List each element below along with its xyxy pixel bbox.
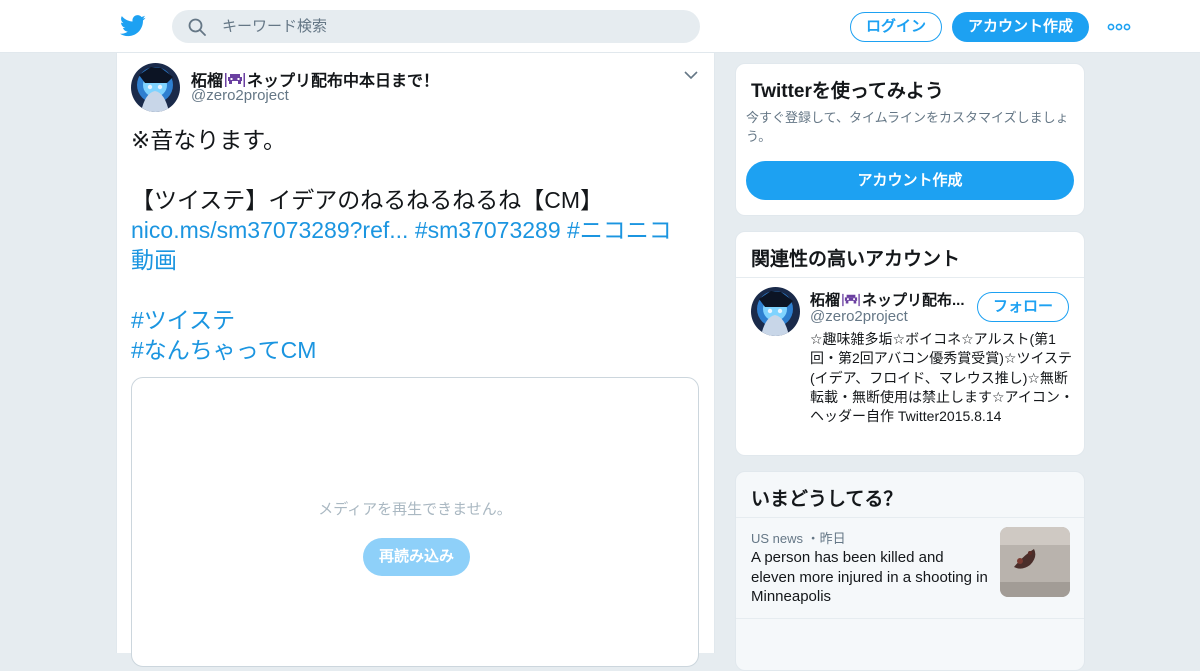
related-account-name-suffix: ネップリ配布... bbox=[862, 292, 965, 309]
trend-separator: ・ bbox=[806, 531, 820, 546]
more-dots-icon[interactable] bbox=[1107, 22, 1131, 32]
trend-meta: US news ・昨日 bbox=[751, 528, 846, 547]
media-player[interactable]: メディアを再生できません。 再読み込み bbox=[131, 377, 699, 667]
hashtag-link[interactable]: #なんちゃってCM bbox=[131, 337, 316, 363]
hashtag-link[interactable]: #sm37073289 bbox=[415, 217, 561, 243]
avatar-image bbox=[131, 63, 180, 112]
related-account-bio: ☆趣味雑多垢☆ボイコネ☆アルスト(第1回・第2回アバコン優秀賞受賞)☆ツイステ(… bbox=[810, 331, 1074, 425]
login-button[interactable]: ログイン bbox=[850, 12, 942, 42]
related-account-handle[interactable]: @zero2project bbox=[810, 308, 908, 325]
trend-thumbnail[interactable] bbox=[1000, 527, 1070, 597]
trends-card: いまどうしてる？ US news ・昨日 A person has been k… bbox=[735, 471, 1085, 671]
trends-title: いまどうしてる？ bbox=[751, 489, 903, 510]
divider bbox=[736, 277, 1084, 278]
search-icon bbox=[188, 18, 206, 36]
space-invader-icon bbox=[225, 73, 246, 87]
hashtag-link[interactable]: #ニコニコ bbox=[567, 217, 672, 243]
tweet-card: 柘榴 ネップリ配布中本日まで！ @zero2project ※音なります。 【ツ… bbox=[116, 53, 715, 667]
follow-button[interactable]: フォロー bbox=[977, 292, 1069, 322]
twitter-bird-icon[interactable] bbox=[120, 14, 146, 38]
avatar-image bbox=[751, 287, 800, 336]
signup-card-description: 今すぐ登録して、タイムラインをカスタマイズしましょう。 bbox=[746, 110, 1069, 144]
tweet-text: ※音なります。 【ツイステ】イデアのねるねるねるね【CM】 nico.ms/sm… bbox=[131, 125, 697, 365]
news-photo bbox=[1000, 527, 1070, 597]
tweet-text-line: 【ツイステ】イデアのねるねるねるね【CM】 bbox=[131, 187, 604, 213]
tweet-text-line: ※音なります。 bbox=[131, 127, 286, 153]
signup-card-title: Twitterを使ってみよう bbox=[751, 81, 944, 102]
signup-button[interactable]: アカウント作成 bbox=[952, 12, 1089, 42]
divider bbox=[736, 517, 1084, 518]
media-error-message: メディアを再生できません。 bbox=[318, 501, 512, 518]
trend-headline[interactable]: A person has been killed and eleven more… bbox=[751, 548, 991, 607]
signup-card-button[interactable]: アカウント作成 bbox=[746, 161, 1074, 200]
avatar[interactable] bbox=[131, 63, 180, 112]
search-input[interactable] bbox=[222, 10, 682, 43]
trend-time: 昨日 bbox=[819, 531, 846, 546]
related-account-name-prefix: 柘榴 bbox=[810, 292, 841, 309]
tweet-link[interactable]: nico.ms/sm37073289?ref... bbox=[131, 217, 408, 243]
related-accounts-card: 関連性の高いアカウント 柘榴 ネップリ配布... @zero2project フ… bbox=[735, 231, 1085, 456]
hashtag-link[interactable]: #ツイステ bbox=[131, 307, 235, 333]
hashtag-link-continued[interactable]: 動画 bbox=[131, 247, 177, 273]
search-box[interactable] bbox=[172, 10, 700, 43]
author-handle[interactable]: @zero2project bbox=[191, 87, 289, 104]
top-navigation-bar: ログイン アカウント作成 bbox=[0, 0, 1200, 53]
space-invader-icon bbox=[842, 293, 860, 307]
signup-card: Twitterを使ってみよう 今すぐ登録して、タイムラインをカスタマイズしましょ… bbox=[735, 63, 1085, 216]
avatar[interactable] bbox=[751, 287, 800, 336]
related-account-name[interactable]: 柘榴 ネップリ配布... bbox=[810, 289, 970, 310]
reload-button[interactable]: 再読み込み bbox=[363, 538, 470, 576]
related-accounts-title: 関連性の高いアカウント bbox=[751, 249, 961, 270]
divider bbox=[736, 618, 1084, 619]
chevron-down-icon[interactable] bbox=[684, 70, 698, 80]
trend-category: US news bbox=[751, 531, 804, 546]
